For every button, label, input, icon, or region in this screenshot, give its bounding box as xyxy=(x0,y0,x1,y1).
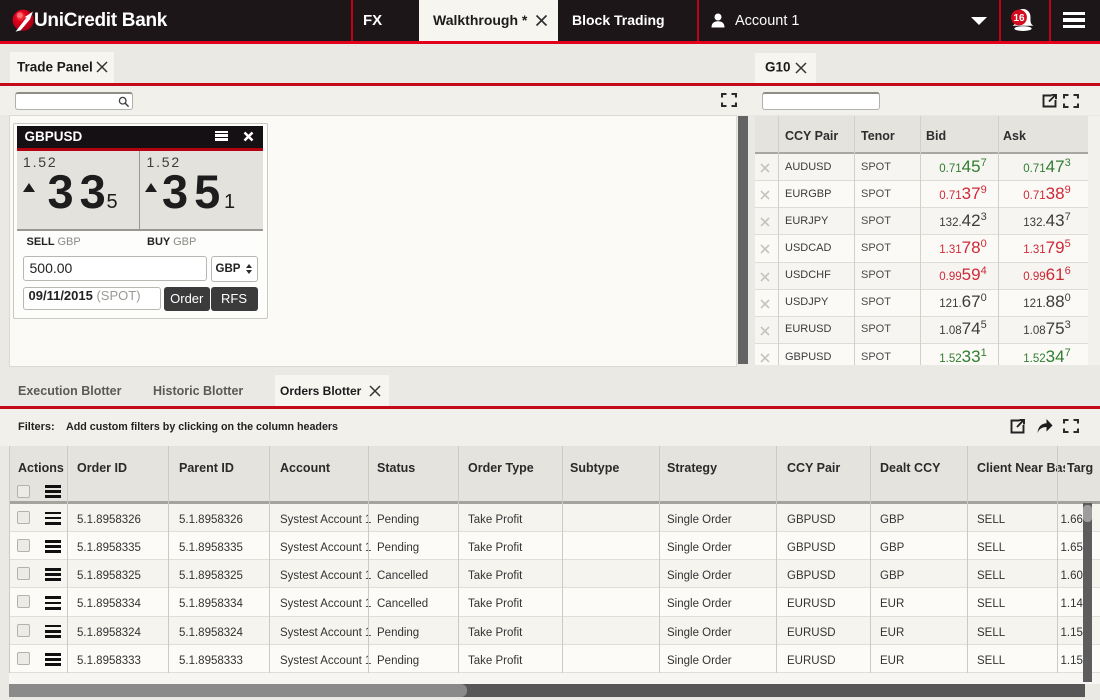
svg-text:16: 16 xyxy=(1013,13,1025,24)
